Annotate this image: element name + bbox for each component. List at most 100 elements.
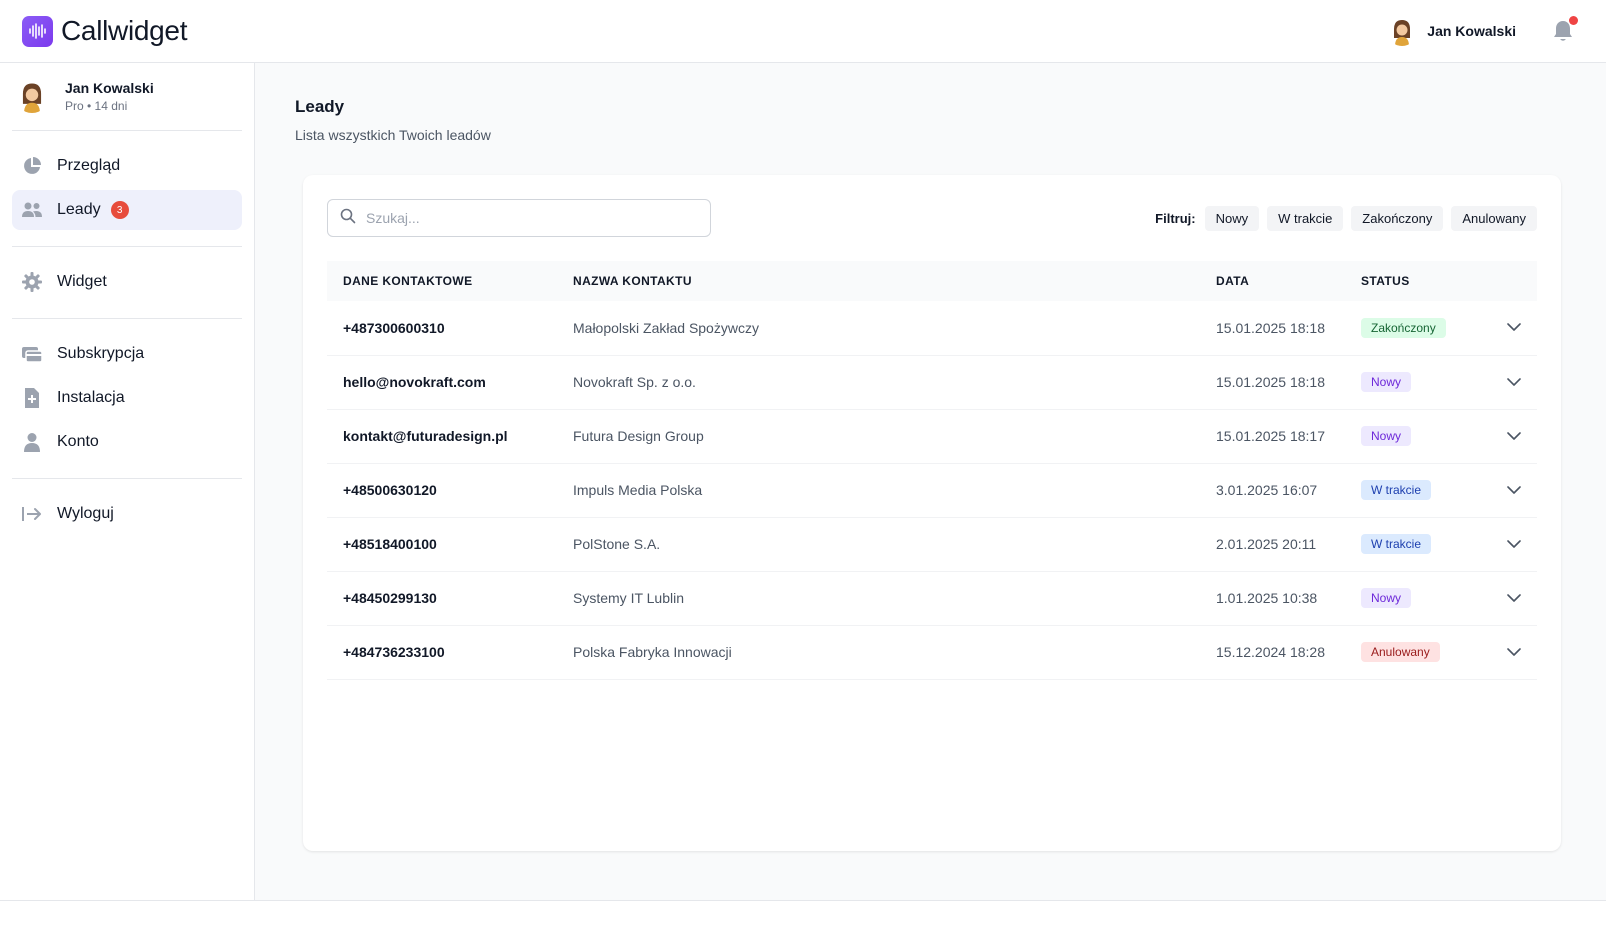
status-badge: Nowy: [1361, 588, 1412, 608]
sidebar-item-leady[interactable]: Leady 3: [12, 190, 242, 230]
chevron-down-icon[interactable]: [1507, 593, 1521, 603]
sidebar-item-widget[interactable]: Widget: [12, 262, 242, 302]
table-row[interactable]: +48500630120 Impuls Media Polska 3.01.2025…: [327, 463, 1537, 518]
cell-expand: [1475, 571, 1537, 626]
cell-date: 15.12.2024 18:28: [1200, 625, 1345, 680]
cell-contact: +484736233100: [327, 625, 557, 680]
credit-card-icon: [21, 343, 43, 365]
cell-contact-name: Futura Design Group: [557, 409, 1200, 464]
search-icon: [340, 208, 356, 229]
gear-icon: [21, 271, 43, 293]
filter-chip-zakonczony[interactable]: Zakończony: [1351, 205, 1444, 231]
sidebar-item-label: Widget: [57, 273, 107, 290]
sidebar-item-przeglad[interactable]: Przegląd: [12, 146, 242, 186]
logout-icon: [21, 503, 43, 525]
sidebar-item-label: Wyloguj: [57, 505, 114, 522]
page-title: Leady: [295, 97, 345, 116]
notifications-button[interactable]: [1552, 16, 1578, 43]
profile-name: Jan Kowalski: [65, 79, 154, 96]
chevron-down-icon[interactable]: [1507, 323, 1521, 332]
brand-name: Callwidget: [61, 15, 188, 46]
profile-text: Jan Kowalski Pro • 14 dni: [65, 80, 154, 113]
cell-status: Zakończony: [1345, 301, 1475, 356]
cell-status: Anulowany: [1345, 625, 1475, 680]
sidebar: Jan Kowalski Pro • 14 dni Przegląd Leady…: [0, 63, 255, 900]
table-header-row: DANE KONTAKTOWE NAZWA KONTAKTU DATA STAT…: [327, 261, 1537, 301]
chevron-down-icon[interactable]: [1507, 539, 1521, 549]
column-header-name: NAZWA KONTAKTU: [573, 274, 692, 288]
sidebar-item-label: Leady: [57, 201, 101, 218]
nav-group-main: Przegląd Leady 3: [12, 131, 242, 247]
sidebar-item-instalacja[interactable]: Instalacja: [12, 378, 242, 418]
sidebar-item-label: Instalacja: [57, 389, 125, 406]
cell-expand: [1475, 463, 1537, 518]
nav-group-logout: Wyloguj: [12, 479, 242, 550]
cell-date: 15.01.2025 18:17: [1200, 409, 1345, 464]
cell-expand: [1475, 355, 1537, 410]
notification-dot: [1569, 16, 1578, 25]
status-badge: Anulowany: [1361, 642, 1440, 662]
cell-date: 2.01.2025 20:11: [1200, 517, 1345, 572]
file-plus-icon: [21, 387, 43, 409]
cell-contact-name: Małopolski Zakład Spożywczy: [557, 301, 1200, 356]
column-header-date: DATA: [1216, 274, 1250, 288]
avatar: [15, 79, 49, 113]
status-badge: W trakcie: [1361, 534, 1432, 554]
leads-table: DANE KONTAKTOWE NAZWA KONTAKTU DATA STAT…: [327, 261, 1537, 680]
brand[interactable]: Callwidget: [22, 15, 187, 47]
table-row[interactable]: +48518400100 PolStone S.A. 2.01.2025 20:11…: [327, 517, 1537, 572]
cell-status: Nowy: [1345, 571, 1475, 626]
status-badge: W trakcie: [1361, 480, 1432, 500]
card-toolbar: Filtruj: Nowy W trakcie Zakończony Anulo…: [327, 199, 1537, 237]
cell-date: 15.01.2025 18:18: [1200, 301, 1345, 356]
filter-chip-anulowany[interactable]: Anulowany: [1451, 205, 1537, 231]
bottom-bar: [0, 900, 1606, 926]
table-body: +487300600310 Małopolski Zakład Spożywczy…: [327, 301, 1537, 680]
user-icon: [21, 431, 43, 453]
main-content: Leady Lista wszystkich Twoich leadów Fil…: [255, 63, 1606, 900]
filter-label: Filtruj:: [1155, 210, 1196, 226]
status-badge: Nowy: [1361, 426, 1412, 446]
cell-status: Nowy: [1345, 409, 1475, 464]
table-row[interactable]: +48450299130 Systemy IT Lublin 1.01.2025 1…: [327, 571, 1537, 626]
table-row[interactable]: +484736233100 Polska Fabryka Innowacji 15.…: [327, 625, 1537, 680]
chevron-down-icon[interactable]: [1507, 485, 1521, 495]
header-actions: Jan Kowalski: [1387, 16, 1584, 46]
cell-contact-name: Impuls Media Polska: [557, 463, 1200, 518]
search-box[interactable]: [327, 199, 711, 237]
column-header-contact: DANE KONTAKTOWE: [343, 274, 473, 288]
cell-contact-name: PolStone S.A.: [557, 517, 1200, 572]
cell-contact: hello@novokraft.com: [327, 355, 557, 410]
status-badge: Zakończony: [1361, 317, 1446, 338]
sidebar-item-wyloguj[interactable]: Wyloguj: [12, 494, 242, 534]
filter-chip-nowy[interactable]: Nowy: [1204, 205, 1260, 231]
cell-contact: +48500630120: [327, 463, 557, 518]
sidebar-profile[interactable]: Jan Kowalski Pro • 14 dni: [12, 63, 242, 131]
table-row[interactable]: +487300600310 Małopolski Zakład Spożywczy…: [327, 301, 1537, 356]
table-row[interactable]: kontakt@futuradesign.pl Futura Design Gro…: [327, 409, 1537, 464]
leads-count-badge: 3: [110, 201, 129, 219]
page-subtitle: Lista wszystkich Twoich leadów: [295, 127, 491, 143]
search-input[interactable]: [366, 210, 686, 226]
chevron-down-icon[interactable]: [1507, 431, 1521, 441]
sidebar-item-subskrypcja[interactable]: Subskrypcja: [12, 334, 242, 374]
cell-expand: [1475, 409, 1537, 464]
filter-bar: Filtruj: Nowy W trakcie Zakończony Anulo…: [1155, 205, 1537, 231]
cell-expand: [1475, 301, 1537, 356]
leads-card: Filtruj: Nowy W trakcie Zakończony Anulo…: [303, 175, 1561, 851]
table-row[interactable]: hello@novokraft.com Novokraft Sp. z o.o. 1…: [327, 355, 1537, 410]
users-icon: [21, 199, 43, 221]
cell-status: W trakcie: [1345, 517, 1475, 572]
header-user-menu[interactable]: Jan Kowalski: [1387, 16, 1516, 46]
avatar: [1387, 16, 1418, 46]
sidebar-item-konto[interactable]: Konto: [12, 422, 242, 462]
chevron-down-icon[interactable]: [1507, 647, 1521, 657]
cell-date: 3.01.2025 16:07: [1200, 463, 1345, 518]
cell-date: 15.01.2025 18:18: [1200, 355, 1345, 410]
cell-expand: [1475, 625, 1537, 680]
filter-chip-w-trakcie[interactable]: W trakcie: [1267, 205, 1344, 231]
cell-contact: +48450299130: [327, 571, 557, 626]
cell-contact-name: Systemy IT Lublin: [557, 571, 1200, 626]
header-user-name: Jan Kowalski: [1427, 23, 1516, 39]
chevron-down-icon[interactable]: [1507, 377, 1521, 387]
